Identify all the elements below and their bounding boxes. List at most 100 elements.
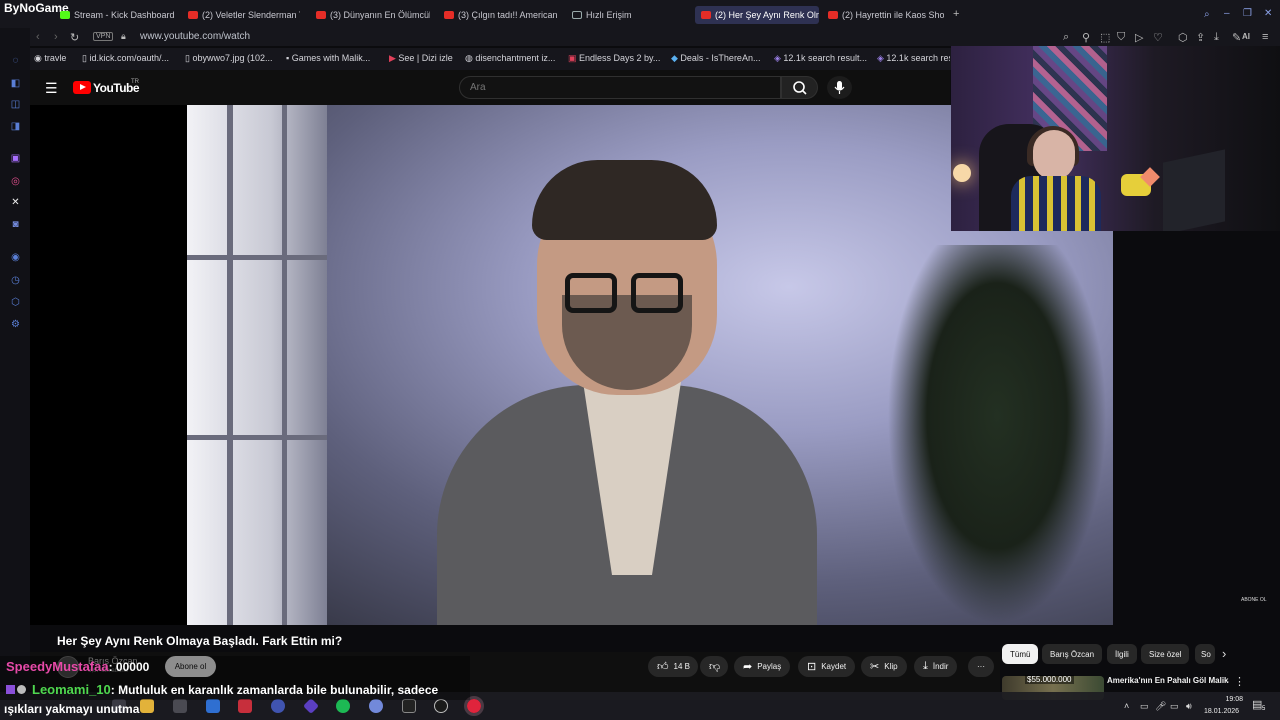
zoom-icon[interactable]: ⌕ [1063,31,1069,44]
player-icon[interactable]: ◉ [10,252,21,263]
globe-icon: ◉ [34,53,45,63]
ai-label[interactable]: AI [1242,32,1250,41]
edge-icon[interactable] [206,699,220,713]
voice-search-button[interactable] [827,76,852,99]
search-input[interactable] [459,76,781,99]
back-icon[interactable]: ‹ [36,31,40,43]
region-code: TR [131,79,139,85]
chip-related[interactable]: İlgili [1107,644,1137,664]
microphone-icon [834,81,845,94]
obs-icon[interactable] [434,699,448,713]
clock-date[interactable]: 18.01.2026 [1204,708,1239,715]
subscribe-watermark[interactable]: ABONE OL [1241,597,1267,603]
tab-active-video[interactable]: (2) Her Şey Aynı Renk Olm [695,6,819,24]
extensions-icon[interactable]: ⬡ [1178,31,1188,44]
extensions-sidebar-icon[interactable]: ⬡ [10,297,21,308]
settings-icon[interactable]: ⚙ [10,319,21,330]
tray-microphone-icon[interactable]: 🎤︎ [1155,701,1166,712]
opera-gx-icon[interactable] [464,696,484,716]
chat-message: Leomami_10: Mutluluk en karanlık zamanla… [6,681,438,699]
google-icon: ◍ [465,53,476,63]
clip-button[interactable]: ✂ Klip [861,656,907,677]
download-arrow-icon: ⤓ [923,660,928,672]
games-icon[interactable]: ◫ [10,99,21,110]
bookmark-search-results-2[interactable]: ◈ 12.1k search res [877,53,950,64]
tab-olumcul[interactable]: (3) Dünyanın En Ölümcül [316,6,430,24]
dislike-button[interactable]: 👎︎ [700,656,728,677]
menu-icon[interactable]: ≡ [1262,31,1268,43]
tab-quick-access[interactable]: Hızlı Erişim [572,6,672,24]
tab-slenderman[interactable]: (2) Veletler Slenderman Y [188,6,300,24]
close-icon[interactable]: ✕ [1264,8,1272,19]
discord-icon[interactable]: ◙ [10,219,21,230]
messenger-icon[interactable]: ◨ [10,121,21,132]
forward-icon[interactable]: › [54,31,58,43]
url-field[interactable]: www.youtube.com/watch [140,31,250,42]
bookmark-malik[interactable]: ▪ Games with Malik... [286,53,370,63]
hamburger-menu-icon[interactable]: ☰ [45,80,58,97]
search-icon[interactable]: ⌕ [1204,9,1210,20]
share-icon[interactable]: ⇪ [1196,31,1205,44]
video-title: Her Şey Aynı Renk Olmaya Başladı. Fark E… [57,634,343,648]
tray-monitor-icon[interactable]: ▭ [1170,701,1179,712]
discord-taskbar-icon[interactable] [369,699,383,713]
play-icon[interactable]: ▷ [1135,31,1143,44]
recommendation-title[interactable]: Amerika'nın En Pahalı Göl Malikanelerind… [1107,675,1229,686]
shield-icon[interactable]: ⛉ [1117,31,1125,44]
search-button[interactable] [781,76,818,99]
file-explorer-icon[interactable] [140,699,154,713]
bookmark-endless-days[interactable]: ▣ Endless Days 2 by... [568,53,660,64]
download-icon[interactable]: ⤓ [1214,31,1219,44]
x-icon[interactable]: ✕ [10,197,21,208]
youtube-logo-icon[interactable] [73,81,91,94]
bookmark-jpg[interactable]: ▯ obywwo7.jpg (102... [185,53,273,64]
like-button[interactable]: 👍︎ 14 B [648,656,698,677]
instagram-icon[interactable]: ◎ [10,176,21,187]
clock-time[interactable]: 19:08 [1213,696,1243,703]
chip-all[interactable]: Tümü [1002,644,1039,664]
save-button[interactable]: ⊡ Kaydet [798,656,856,677]
app-red-icon[interactable] [238,699,252,713]
heart-icon[interactable]: ♡ [1153,31,1163,44]
chip-for-you[interactable]: Size özel [1141,644,1190,664]
history-icon[interactable]: ◷ [10,275,21,286]
epic-games-icon[interactable] [402,699,416,713]
tray-display-icon[interactable]: ▭ [1140,701,1149,712]
plant [887,245,1107,625]
bookmark-kick-oauth[interactable]: ▯ id.kick.com/oauth/... [82,53,169,64]
pin-icon[interactable]: ⚲ [1082,31,1090,44]
share-button[interactable]: ➦ Paylaş [734,656,791,677]
new-tab-button[interactable]: + [953,8,959,20]
bookmark-dizi[interactable]: ▶ See | Dizi izle [389,53,453,64]
bookmark-travle[interactable]: ◉ travle [34,53,66,64]
download-button[interactable]: ⤓ İndir [914,656,958,677]
aria-sidebar-icon[interactable]: ◌ [10,55,21,66]
chip-more[interactable]: So [1195,644,1215,664]
notification-icon[interactable]: ▤ [1252,698,1262,711]
spotify-icon[interactable] [336,699,350,713]
calculator-icon[interactable] [173,699,187,713]
recommendation-more-icon[interactable]: ⋮ [1234,675,1245,688]
tray-volume-icon[interactable]: 🔊︎ [1186,701,1192,712]
aria-icon[interactable]: ✎ [1232,31,1241,44]
lock-icon: 🔒︎ [121,31,126,41]
chips-next-icon[interactable]: › [1222,646,1226,661]
wallet-icon[interactable]: ◧ [10,78,21,89]
bookmark-deals[interactable]: ◆ Deals - IsThereAn... [671,53,760,64]
battlenet-icon[interactable] [271,699,285,713]
chip-channel[interactable]: Barış Özcan [1042,644,1103,664]
more-actions-button[interactable]: ··· [968,656,994,677]
tab-kaos-show[interactable]: (2) Hayrettin ile Kaos Show [828,6,944,24]
bookmark-disenchantment[interactable]: ◍ disenchantment iz... [465,53,555,64]
maximize-icon[interactable]: ❐ [1243,8,1252,19]
vpn-badge[interactable]: VPN [93,32,114,41]
tray-chevron-icon[interactable]: ˄ [1124,701,1129,711]
minimize-icon[interactable]: – [1224,8,1230,19]
screenshot-icon[interactable]: ⬚ [1100,31,1110,44]
twitch-icon[interactable]: ▣ [10,153,21,164]
window-frame [227,105,233,625]
tab-kick-dashboard[interactable]: Stream - Kick Dashboard [60,6,182,24]
reload-icon[interactable]: ↻ [70,31,79,44]
bookmark-search-results[interactable]: ◈ 12.1k search result... [774,53,867,64]
tab-american[interactable]: (3) Çılgın tadı!! American [444,6,558,24]
